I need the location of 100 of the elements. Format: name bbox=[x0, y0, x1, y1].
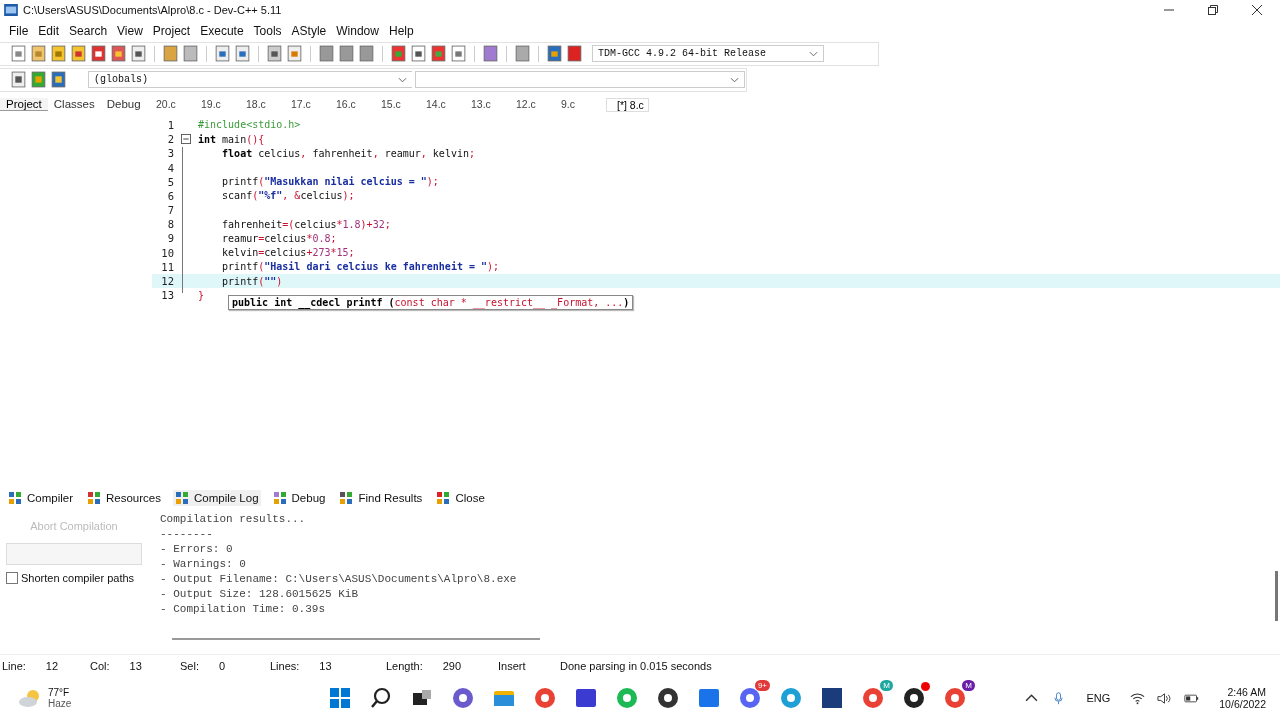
toolbar-icon[interactable] bbox=[546, 45, 563, 63]
app-icon[interactable] bbox=[902, 686, 926, 711]
output-tab[interactable]: Debug bbox=[270, 489, 328, 506]
panel-tab[interactable]: Classes bbox=[47, 98, 101, 112]
clock-time[interactable]: 2:46 AM bbox=[1227, 686, 1266, 699]
log-line: - Output Size: 128.6015625 KiB bbox=[160, 588, 360, 603]
code-line: fahrenheit=(celcius*1.8)+32; bbox=[221, 218, 391, 230]
toolbar-icon[interactable] bbox=[318, 45, 335, 63]
output-tab[interactable]: Compile Log bbox=[173, 489, 261, 506]
status-value: 13 bbox=[319, 659, 332, 672]
file-tab[interactable]: [*] 8.c bbox=[606, 97, 649, 112]
toolbar-icon[interactable] bbox=[358, 45, 375, 63]
panel-tab[interactable]: Debug bbox=[100, 98, 147, 112]
menu-item[interactable]: Window bbox=[331, 23, 384, 38]
log-line: Compilation results... bbox=[160, 513, 307, 528]
file-tab[interactable]: 12.c bbox=[516, 97, 561, 112]
speaker-icon[interactable] bbox=[1157, 691, 1173, 705]
toolbar-icon[interactable] bbox=[110, 45, 127, 63]
restore-icon[interactable] bbox=[1208, 5, 1218, 15]
language-indicator[interactable]: ENG bbox=[1086, 692, 1111, 705]
file-tab[interactable]: 13.c bbox=[471, 97, 516, 112]
close-icon[interactable] bbox=[1252, 5, 1262, 15]
app-icon[interactable] bbox=[943, 686, 967, 711]
line-number: 8 bbox=[166, 218, 174, 231]
menu-item[interactable]: Project bbox=[147, 23, 196, 38]
notification-dot bbox=[921, 682, 930, 692]
tab-icon bbox=[175, 490, 189, 505]
wifi-icon[interactable] bbox=[1130, 691, 1146, 705]
toolbar-icon[interactable] bbox=[182, 45, 199, 63]
file-tab[interactable]: 14.c bbox=[426, 97, 471, 112]
toolbar-icon[interactable] bbox=[266, 45, 283, 63]
tab-icon bbox=[272, 490, 287, 505]
toolbar-icon[interactable] bbox=[70, 45, 87, 63]
code-line: } bbox=[198, 289, 205, 301]
toolbar-icon[interactable] bbox=[10, 45, 27, 63]
toolbar-icon[interactable] bbox=[30, 45, 47, 63]
app-icon[interactable] bbox=[820, 686, 844, 711]
menu-item[interactable]: AStyle bbox=[286, 23, 332, 38]
toolbar-icon[interactable] bbox=[514, 45, 531, 63]
toolbar-icon[interactable] bbox=[214, 45, 231, 63]
menu-item[interactable]: View bbox=[112, 23, 148, 38]
line-number: 1 bbox=[166, 118, 174, 131]
menu-item[interactable]: Search bbox=[64, 23, 113, 38]
scope-select[interactable]: (globals) bbox=[88, 71, 412, 89]
line-number: 10 bbox=[160, 246, 174, 259]
file-tab[interactable]: 20.c bbox=[156, 97, 201, 112]
menu-item[interactable]: Edit bbox=[33, 23, 65, 38]
file-tab[interactable]: 18.c bbox=[246, 97, 291, 112]
toolbar-icon[interactable] bbox=[234, 45, 251, 63]
start-icon[interactable] bbox=[328, 686, 352, 711]
toolbar-icon[interactable] bbox=[410, 45, 427, 63]
menu-item[interactable]: Tools bbox=[248, 23, 287, 38]
menu-item[interactable]: Execute bbox=[195, 23, 249, 38]
toolbar-icon[interactable] bbox=[482, 45, 499, 63]
toolbar-icon[interactable] bbox=[390, 45, 407, 63]
chat-icon[interactable] bbox=[738, 686, 762, 711]
file-tab[interactable]: 16.c bbox=[336, 97, 381, 112]
menu-item[interactable]: File bbox=[4, 23, 34, 38]
file-tab[interactable]: 9.c bbox=[561, 97, 606, 112]
toolbar-icon[interactable] bbox=[450, 45, 467, 63]
horizontal-scrollbar[interactable] bbox=[172, 638, 540, 641]
file-tab[interactable]: 19.c bbox=[201, 97, 246, 112]
panel-tab[interactable]: Project bbox=[0, 98, 48, 112]
toolbar-icon[interactable] bbox=[50, 71, 67, 89]
code-line: reamur=celcius*0.8; bbox=[221, 232, 337, 244]
line-number: 4 bbox=[166, 161, 174, 174]
code-line: #include<stdio.h> bbox=[198, 119, 301, 131]
clock-date[interactable]: 10/6/2022 bbox=[1219, 698, 1266, 711]
output-tab[interactable]: Resources bbox=[85, 489, 163, 506]
menu-item[interactable]: Help bbox=[383, 23, 419, 38]
output-tab[interactable]: Find Results bbox=[337, 489, 425, 506]
toolbar-icon[interactable] bbox=[430, 45, 447, 63]
notification-badge: M bbox=[962, 680, 975, 692]
toolbar-icon[interactable] bbox=[30, 71, 47, 89]
tab-icon bbox=[339, 490, 354, 505]
code-line: printf("") bbox=[221, 275, 283, 287]
toolbar-icon[interactable] bbox=[90, 45, 107, 63]
status-label: Line: bbox=[2, 659, 26, 672]
collapse-icon[interactable] bbox=[181, 134, 191, 145]
toolbar-icon[interactable] bbox=[338, 45, 355, 63]
toolbar-icon[interactable] bbox=[286, 45, 303, 63]
vertical-scrollbar[interactable] bbox=[1275, 571, 1278, 622]
output-tab[interactable]: Close bbox=[434, 489, 487, 506]
notification-badge: 9+ bbox=[754, 680, 770, 692]
log-line: -------- bbox=[160, 528, 214, 543]
toolbar-icon[interactable] bbox=[50, 45, 67, 63]
output-tab[interactable]: Compiler bbox=[6, 489, 75, 506]
toolbar-icon[interactable] bbox=[566, 45, 583, 63]
file-tab[interactable]: 17.c bbox=[291, 97, 336, 112]
toolbar-icon[interactable] bbox=[162, 45, 179, 63]
file-tab[interactable]: 15.c bbox=[381, 97, 426, 112]
log-line: - Output Filename: C:\Users\ASUS\Documents\Alpro\8.exe bbox=[160, 573, 518, 588]
compiler-select[interactable]: TDM-GCC 4.9.2 64-bit Release bbox=[592, 45, 824, 63]
checkbox[interactable] bbox=[6, 572, 18, 585]
line-number: 5 bbox=[166, 175, 174, 188]
status-value: Done parsing in 0.015 seconds bbox=[560, 659, 712, 672]
toolbar-icon[interactable] bbox=[10, 71, 27, 89]
tab-icon bbox=[8, 490, 22, 505]
toolbar-icon[interactable] bbox=[130, 45, 147, 63]
app-icon[interactable] bbox=[656, 686, 680, 711]
